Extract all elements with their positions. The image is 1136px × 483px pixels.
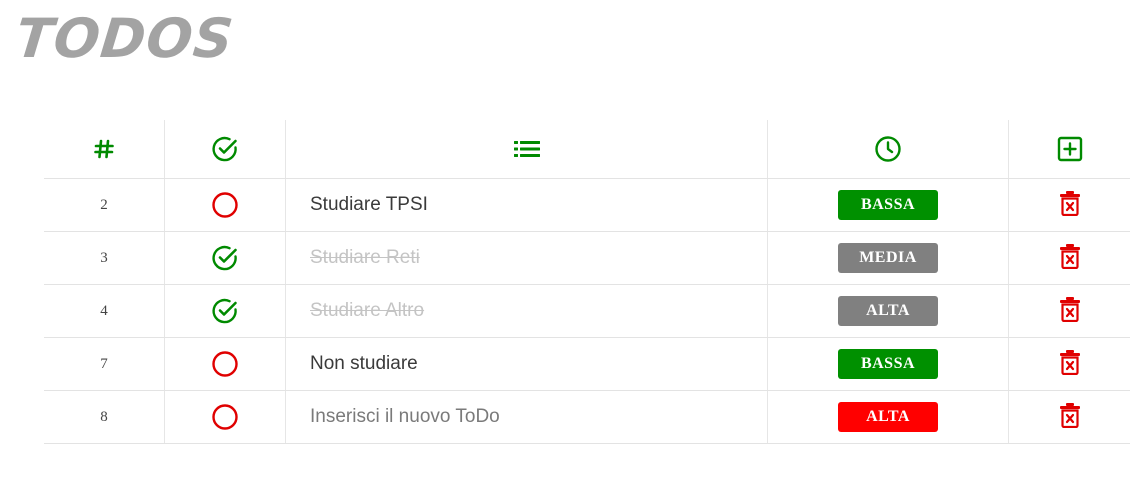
todo-priority-cell: MEDIA <box>767 231 1009 285</box>
trash-icon[interactable] <box>1059 402 1081 428</box>
todo-id: 7 <box>44 337 165 391</box>
priority-badge[interactable]: BASSA <box>838 190 938 220</box>
priority-badge[interactable]: ALTA <box>838 296 938 326</box>
todo-text: Studiare TPSI <box>285 178 768 232</box>
hash-icon <box>93 138 115 160</box>
check-circle-icon <box>211 135 239 163</box>
table-row: 2 Studiare TPSI BASSA <box>44 178 1130 232</box>
trash-icon[interactable] <box>1059 349 1081 375</box>
header-text <box>285 120 768 179</box>
empty-circle-icon[interactable] <box>211 403 239 431</box>
todo-actions-cell <box>1008 337 1130 391</box>
empty-circle-icon[interactable] <box>211 350 239 378</box>
trash-icon[interactable] <box>1059 296 1081 322</box>
list-icon <box>513 140 540 158</box>
todo-list: 2 Studiare TPSI BASSA 3 Studiare Reti MEDIA 4 S… <box>44 178 1130 444</box>
check-circle-icon[interactable] <box>211 244 239 272</box>
todo-status-cell <box>164 337 286 391</box>
todo-status-cell <box>164 284 286 338</box>
todo-priority-cell: ALTA <box>767 390 1009 444</box>
todo-table: 2 Studiare TPSI BASSA 3 Studiare Reti MEDIA 4 S… <box>44 120 1130 444</box>
todo-status-cell <box>164 178 286 232</box>
todo-actions-cell <box>1008 178 1130 232</box>
todo-id: 3 <box>44 231 165 285</box>
app-title: TODOS <box>12 7 237 70</box>
todo-status-cell <box>164 231 286 285</box>
todo-id: 2 <box>44 178 165 232</box>
priority-badge[interactable]: ALTA <box>838 402 938 432</box>
todo-priority-cell: ALTA <box>767 284 1009 338</box>
todo-priority-cell: BASSA <box>767 178 1009 232</box>
header-priority <box>767 120 1009 179</box>
header-done <box>164 120 286 179</box>
trash-icon[interactable] <box>1059 243 1081 269</box>
clock-icon <box>874 135 902 163</box>
priority-badge[interactable]: MEDIA <box>838 243 938 273</box>
table-row: 3 Studiare Reti MEDIA <box>44 231 1130 285</box>
todo-text: Non studiare <box>285 337 768 391</box>
todo-id: 8 <box>44 390 165 444</box>
table-row: 8 Inserisci il nuovo ToDo ALTA <box>44 390 1130 444</box>
trash-icon[interactable] <box>1059 190 1081 216</box>
todo-text: Studiare Altro <box>285 284 768 338</box>
new-todo-input[interactable]: Inserisci il nuovo ToDo <box>285 390 768 444</box>
table-row: 4 Studiare Altro ALTA <box>44 284 1130 338</box>
header-actions <box>1008 120 1130 179</box>
todo-actions-cell <box>1008 231 1130 285</box>
todo-id: 4 <box>44 284 165 338</box>
plus-square-icon[interactable] <box>1057 136 1083 162</box>
table-header-row <box>44 120 1130 179</box>
todo-priority-cell: BASSA <box>767 337 1009 391</box>
priority-badge[interactable]: BASSA <box>838 349 938 379</box>
todo-text: Studiare Reti <box>285 231 768 285</box>
empty-circle-icon[interactable] <box>211 191 239 219</box>
check-circle-icon[interactable] <box>211 297 239 325</box>
table-row: 7 Non studiare BASSA <box>44 337 1130 391</box>
todo-status-cell <box>164 390 286 444</box>
todo-actions-cell <box>1008 284 1130 338</box>
header-id <box>44 120 165 179</box>
todo-actions-cell <box>1008 390 1130 444</box>
